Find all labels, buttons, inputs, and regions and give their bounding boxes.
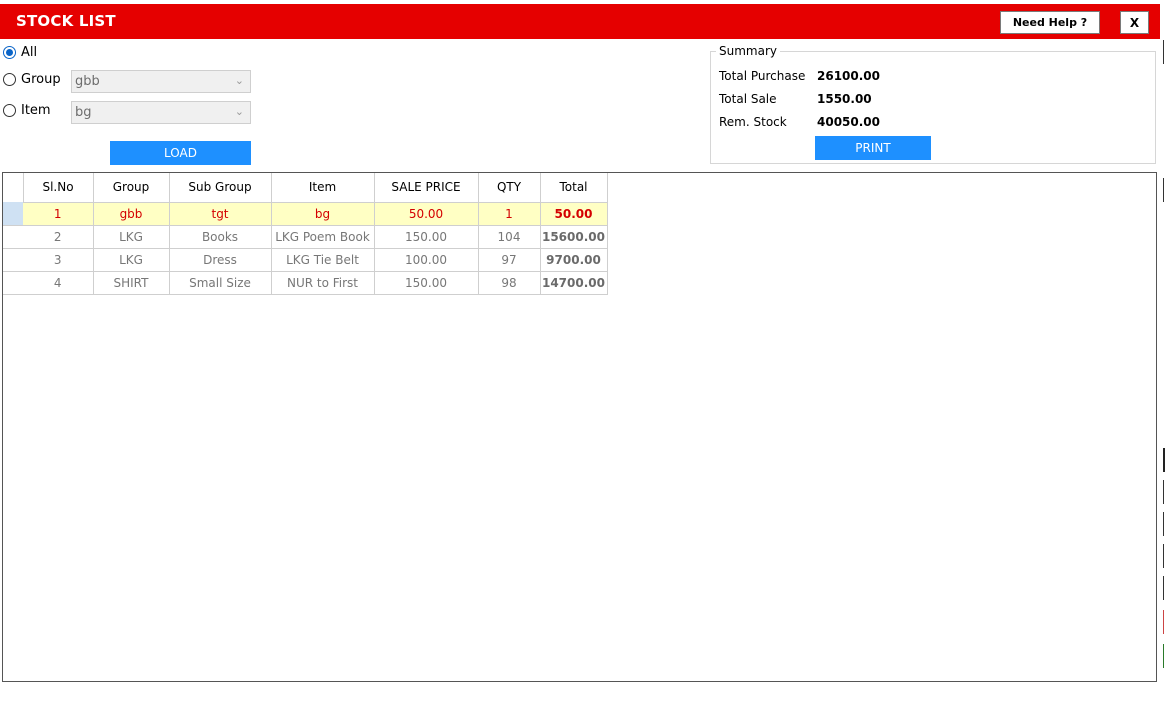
table-row[interactable]: 4 SHIRT Small Size NUR to First 150.00 9…: [3, 271, 608, 295]
chevron-down-icon[interactable]: ⌄: [235, 105, 244, 118]
column-header-qty[interactable]: QTY: [478, 173, 541, 203]
group-select-value: gbb: [75, 74, 100, 89]
edge-mark: [1163, 576, 1167, 600]
table-row[interactable]: 1 gbb tgt bg 50.00 1 50.00: [3, 202, 608, 226]
cell-item[interactable]: bg: [271, 202, 375, 226]
cell-qty[interactable]: 97: [478, 248, 541, 272]
table-row[interactable]: 3 LKG Dress LKG Tie Belt 100.00 97 9700.…: [3, 248, 608, 272]
stock-table: Sl.No Group Sub Group Item SALE PRICE QT…: [3, 173, 608, 295]
table-header-row: Sl.No Group Sub Group Item SALE PRICE QT…: [3, 173, 608, 203]
radio-all-label: All: [21, 45, 38, 60]
summary-total-purchase: Total Purchase 26100.00: [719, 69, 880, 83]
window-title: STOCK LIST: [16, 12, 116, 30]
row-header[interactable]: [3, 248, 23, 272]
rem-stock-value: 40050.00: [817, 115, 881, 129]
row-header[interactable]: [3, 202, 23, 226]
row-header[interactable]: [3, 225, 23, 249]
chevron-down-icon[interactable]: ⌄: [235, 74, 244, 87]
item-select-value: bg: [75, 105, 92, 120]
cell-group[interactable]: LKG: [93, 248, 170, 272]
cell-sale-price[interactable]: 150.00: [374, 271, 479, 295]
radio-all-indicator[interactable]: [3, 46, 16, 59]
summary-panel: Summary Total Purchase 26100.00 Total Sa…: [710, 44, 1156, 164]
radio-group-indicator[interactable]: [3, 73, 16, 86]
print-button[interactable]: PRINT: [815, 136, 931, 160]
radio-group-label: Group: [21, 72, 61, 87]
summary-legend: Summary: [716, 44, 780, 58]
total-sale-value: 1550.00: [817, 92, 872, 106]
cell-item[interactable]: LKG Tie Belt: [271, 248, 375, 272]
radio-all[interactable]: All: [3, 45, 37, 60]
radio-group[interactable]: Group: [3, 72, 61, 87]
radio-item-label: Item: [21, 103, 51, 118]
cell-slno[interactable]: 4: [23, 271, 94, 295]
column-header-total[interactable]: Total: [540, 173, 608, 203]
edge-mark: [1163, 178, 1167, 202]
edge-mark: [1163, 448, 1167, 472]
need-help-button[interactable]: Need Help ?: [1000, 11, 1100, 34]
close-button[interactable]: X: [1120, 11, 1149, 34]
cell-total[interactable]: 9700.00: [540, 248, 608, 272]
edge-mark: [1163, 610, 1167, 634]
column-header-sale-price[interactable]: SALE PRICE: [374, 173, 479, 203]
edge-mark: [1163, 480, 1167, 504]
column-header-slno[interactable]: Sl.No: [23, 173, 94, 203]
cell-slno[interactable]: 2: [23, 225, 94, 249]
edge-mark: [1163, 40, 1167, 64]
cell-qty[interactable]: 98: [478, 271, 541, 295]
cell-qty[interactable]: 104: [478, 225, 541, 249]
cell-item[interactable]: NUR to First: [271, 271, 375, 295]
cell-group[interactable]: gbb: [93, 202, 170, 226]
radio-item[interactable]: Item: [3, 103, 51, 118]
edge-mark: [1163, 644, 1167, 668]
cell-sale-price[interactable]: 150.00: [374, 225, 479, 249]
cell-sub-group[interactable]: Dress: [169, 248, 272, 272]
title-bar: STOCK LIST Need Help ? X: [0, 4, 1160, 39]
rem-stock-label: Rem. Stock: [719, 115, 787, 129]
row-header-corner: [3, 173, 24, 202]
table-row[interactable]: 2 LKG Books LKG Poem Book 150.00 104 156…: [3, 225, 608, 249]
column-header-group[interactable]: Group: [93, 173, 170, 203]
cell-sale-price[interactable]: 100.00: [374, 248, 479, 272]
edge-mark: [1163, 544, 1167, 568]
column-header-item[interactable]: Item: [271, 173, 375, 203]
column-header-sub-group[interactable]: Sub Group: [169, 173, 272, 203]
load-button[interactable]: LOAD: [110, 141, 251, 165]
cell-group[interactable]: LKG: [93, 225, 170, 249]
cell-sub-group[interactable]: Small Size: [169, 271, 272, 295]
edge-mark: [1163, 512, 1167, 536]
cell-slno[interactable]: 1: [23, 202, 94, 226]
cell-group[interactable]: SHIRT: [93, 271, 170, 295]
cell-total[interactable]: 50.00: [540, 202, 608, 226]
cell-sale-price[interactable]: 50.00: [374, 202, 479, 226]
group-select[interactable]: gbb ⌄: [71, 70, 251, 93]
item-select[interactable]: bg ⌄: [71, 101, 251, 124]
radio-item-indicator[interactable]: [3, 104, 16, 117]
row-header[interactable]: [3, 271, 23, 295]
cell-sub-group[interactable]: tgt: [169, 202, 272, 226]
total-purchase-label: Total Purchase: [719, 69, 806, 83]
cell-total[interactable]: 15600.00: [540, 225, 608, 249]
cell-total[interactable]: 14700.00: [540, 271, 608, 295]
cell-item[interactable]: LKG Poem Book: [271, 225, 375, 249]
background-window-edge: [1163, 40, 1167, 695]
total-purchase-value: 26100.00: [817, 69, 881, 83]
stock-grid[interactable]: Sl.No Group Sub Group Item SALE PRICE QT…: [2, 172, 1157, 682]
cell-qty[interactable]: 1: [478, 202, 541, 226]
cell-slno[interactable]: 3: [23, 248, 94, 272]
summary-rem-stock: Rem. Stock 40050.00: [719, 115, 880, 129]
cell-sub-group[interactable]: Books: [169, 225, 272, 249]
total-sale-label: Total Sale: [719, 92, 777, 106]
summary-total-sale: Total Sale 1550.00: [719, 92, 872, 106]
